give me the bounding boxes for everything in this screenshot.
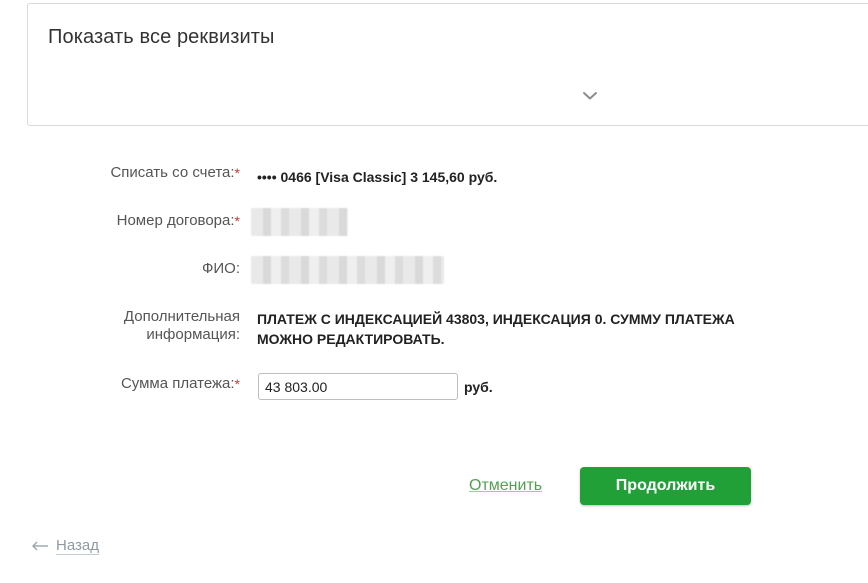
chevron-down-icon[interactable] <box>581 87 599 105</box>
back-link[interactable]: Назад <box>31 537 99 555</box>
account-label: Списать со счета:* <box>110 164 240 181</box>
payment-form-page: Показать все реквизиты Списать со счета:… <box>0 0 868 583</box>
amount-currency: руб. <box>464 379 493 395</box>
back-label[interactable]: Назад <box>56 537 99 555</box>
amount-label: Сумма платежа:* <box>120 375 240 392</box>
required-mark: * <box>234 165 240 181</box>
required-mark: * <box>234 213 240 229</box>
cancel-link[interactable]: Отменить <box>469 477 542 495</box>
amount-input[interactable] <box>258 373 458 400</box>
account-value: •••• 0466 [Visa Classic] 3 145,60 руб. <box>257 169 498 185</box>
additional-info-value: ПЛАТЕЖ С ИНДЕКСАЦИЕЙ 43803, ИНДЕКСАЦИЯ 0… <box>257 311 735 347</box>
details-title[interactable]: Показать все реквизиты <box>48 26 275 49</box>
details-panel[interactable]: Показать все реквизиты <box>27 3 868 126</box>
fio-value-redacted <box>251 256 444 284</box>
contract-value-redacted <box>251 208 348 236</box>
contract-label: Номер договора:* <box>116 212 240 229</box>
arrow-left-icon <box>32 541 48 551</box>
continue-button[interactable]: Продолжить <box>580 467 751 505</box>
fio-label: ФИО: <box>201 260 240 277</box>
additional-info-label: Дополнительная информация: <box>123 308 240 343</box>
required-mark: * <box>234 376 240 392</box>
